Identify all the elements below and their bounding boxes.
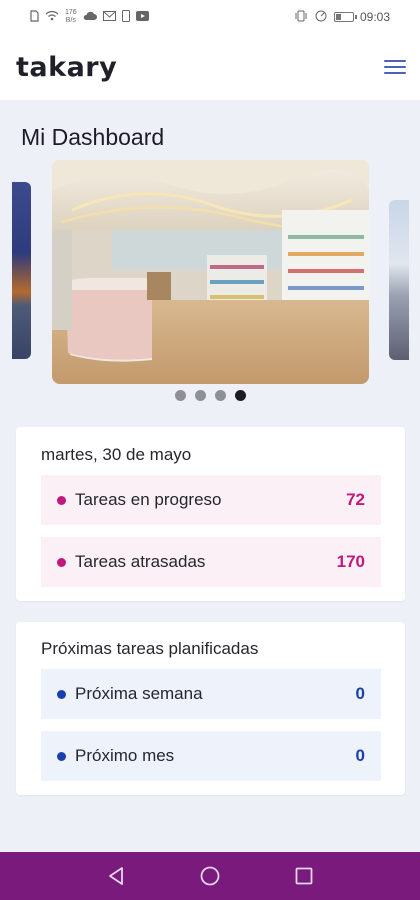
row-label: Próxima semana <box>75 684 203 703</box>
status-dot-icon <box>57 495 66 505</box>
hamburger-menu-icon[interactable] <box>384 60 406 74</box>
sim-icon <box>30 9 39 25</box>
status-dot-icon <box>57 751 66 761</box>
carousel-dot[interactable] <box>174 390 186 401</box>
carousel-slide-current[interactable] <box>52 160 369 384</box>
status-left-icons: 176 B/s <box>30 9 149 25</box>
data-saver-icon <box>314 10 328 25</box>
network-speed: 176 B/s <box>65 9 77 25</box>
row-label: Tareas atrasadas <box>75 552 206 571</box>
row-count: 0 <box>355 684 365 703</box>
menu-line <box>384 66 406 68</box>
next-week-row[interactable]: Próxima semana 0 <box>41 669 381 719</box>
status-dot-icon <box>57 689 66 699</box>
back-triangle-icon[interactable] <box>104 864 128 888</box>
battery-icon <box>333 12 357 22</box>
row-count: 0 <box>355 746 365 765</box>
network-speed-value: 176 <box>65 9 77 16</box>
menu-line <box>384 72 406 74</box>
next-month-row[interactable]: Próximo mes 0 <box>41 731 381 781</box>
image-carousel[interactable] <box>0 158 420 386</box>
app-logo[interactable]: takary <box>16 52 117 83</box>
vibrate-icon <box>294 10 308 25</box>
phone-icon <box>121 9 130 25</box>
app-header: takary <box>0 34 420 100</box>
menu-line <box>384 60 406 62</box>
row-count: 72 <box>346 490 365 509</box>
today-date: martes, 30 de mayo <box>41 445 192 464</box>
status-dot-icon <box>57 557 66 567</box>
planned-tasks-card: Próximas tareas planificadas Próxima sem… <box>16 622 405 795</box>
carousel-dot[interactable] <box>214 390 226 401</box>
clock: 09:03 <box>359 10 390 24</box>
youtube-icon <box>135 10 149 24</box>
gmail-icon <box>102 10 116 24</box>
today-tasks-card: martes, 30 de mayo Tareas en progreso 72… <box>16 427 405 601</box>
row-count: 170 <box>336 552 365 571</box>
overdue-tasks-row[interactable]: Tareas atrasadas 170 <box>41 537 381 587</box>
row-label: Próximo mes <box>75 746 175 765</box>
status-bar: 176 B/s 09:03 <box>0 0 420 34</box>
status-right-icons: 09:03 <box>294 10 390 25</box>
carousel-dot[interactable] <box>234 390 246 401</box>
system-navigation-bar <box>0 852 420 900</box>
carousel-slide-previous[interactable] <box>12 182 31 359</box>
battery-level <box>335 14 341 20</box>
carousel-dot[interactable] <box>194 390 206 401</box>
network-speed-unit: B/s <box>65 17 76 24</box>
row-label: Tareas en progreso <box>75 490 222 509</box>
page-title: Mi Dashboard <box>21 124 165 150</box>
cloud-icon <box>83 10 97 24</box>
planned-card-title: Próximas tareas planificadas <box>41 639 259 658</box>
recents-square-icon[interactable] <box>292 864 316 888</box>
home-circle-icon[interactable] <box>198 864 222 888</box>
wifi-icon <box>45 10 59 24</box>
tasks-in-progress-row[interactable]: Tareas en progreso 72 <box>41 475 381 525</box>
store-interior-image <box>52 160 369 384</box>
carousel-slide-next[interactable] <box>389 200 409 360</box>
carousel-pagination <box>0 390 420 401</box>
